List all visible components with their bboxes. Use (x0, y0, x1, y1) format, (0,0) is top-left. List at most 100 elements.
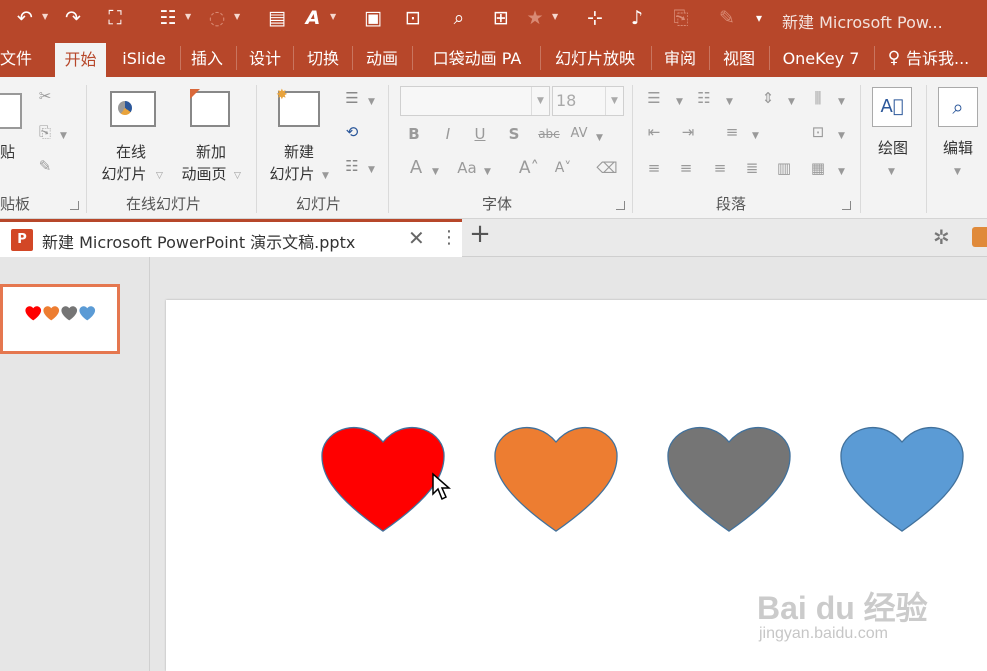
paste-button[interactable]: 贴 (0, 141, 15, 163)
strikethrough-icon[interactable]: abc (534, 123, 564, 145)
presenter-icon[interactable]: ⌕ (444, 4, 474, 32)
align-right-icon[interactable]: ≡ (708, 157, 732, 179)
line-spacing-icon[interactable]: ⇕ (756, 87, 780, 109)
bullets-icon[interactable]: ☰ (642, 87, 666, 109)
undo-dropdown-icon[interactable]: ▼ (42, 12, 48, 21)
text-box-icon[interactable]: ▤ (262, 4, 292, 32)
new-animation-page-icon[interactable] (190, 89, 230, 127)
tab-islide[interactable]: iSlide (112, 40, 176, 77)
underline-icon[interactable]: U (470, 123, 490, 145)
decrease-font-icon[interactable]: A˅ (552, 157, 574, 179)
columns-dropdown-icon[interactable]: ▼ (752, 125, 759, 147)
new-tab-button[interactable]: + (467, 219, 493, 249)
line-spacing-dropdown-icon[interactable]: ▼ (788, 91, 795, 113)
copy-icon[interactable]: ⎘ (666, 4, 696, 32)
layout-dropdown-icon[interactable]: ▼ (368, 91, 375, 113)
format-painter-icon[interactable]: ✎ (712, 4, 742, 32)
tab-transitions[interactable]: 切换 (298, 40, 348, 77)
new-animation-page-dropdown-icon[interactable]: ▽ (234, 165, 241, 187)
numbering-dropdown-icon[interactable]: ▼ (726, 91, 733, 113)
tab-insert[interactable]: 插入 (184, 40, 230, 77)
slide-thumbnail[interactable] (0, 284, 120, 354)
online-slides-button[interactable]: 在线 (96, 141, 166, 163)
customize-qat-icon[interactable]: ▾ (744, 4, 774, 32)
shapes-icon[interactable]: ◌ (202, 4, 232, 32)
more-icon[interactable]: ⋮ (440, 227, 458, 248)
star-icon[interactable]: ★ (520, 4, 550, 32)
reset-icon[interactable]: ⟲ (340, 121, 364, 143)
character-spacing-dropdown-icon[interactable]: ▼ (596, 127, 603, 149)
distributed-icon[interactable]: ▥ (772, 157, 796, 179)
numbering-icon[interactable]: ☷ (692, 87, 716, 109)
online-slides-dropdown-icon[interactable]: ▽ (156, 165, 163, 187)
copy-dropdown-icon[interactable]: ▼ (60, 125, 67, 147)
font-color-icon[interactable]: A (298, 4, 328, 32)
format-painter-icon[interactable]: ✎ (34, 155, 56, 177)
font-color-icon[interactable]: A (406, 157, 426, 179)
tab-slideshow[interactable]: 幻灯片放映 (544, 40, 646, 77)
text-direction-dropdown-icon[interactable]: ▼ (838, 91, 845, 113)
tab-view[interactable]: 视图 (713, 40, 765, 77)
redo-icon[interactable]: ↷ (58, 4, 88, 32)
align-center-icon[interactable]: ≡ (674, 157, 698, 179)
font-size-dropdown-icon[interactable]: ▼ (605, 87, 623, 115)
cut-icon[interactable]: ✂ (34, 85, 56, 107)
bullets-dropdown-icon[interactable]: ▼ (676, 91, 683, 113)
tab-pocket-animation[interactable]: 口袋动画 PA (418, 40, 536, 77)
text-direction-icon[interactable]: ⫼ (806, 87, 830, 109)
tab-file[interactable]: 文件 (0, 40, 32, 77)
heart-shape-blue[interactable] (825, 418, 979, 538)
align-text-dropdown-icon[interactable]: ▼ (838, 125, 845, 147)
tab-onekey[interactable]: OneKey 7 (773, 40, 869, 77)
record-icon[interactable]: ⊡ (398, 4, 428, 32)
heart-shape-orange[interactable] (479, 418, 633, 538)
align-left-icon[interactable]: ≡ (642, 157, 666, 179)
animation-pane-icon[interactable]: ♪ (622, 4, 652, 32)
settings-icon[interactable]: ✲ (933, 225, 950, 249)
font-size-combobox[interactable]: 18 ▼ (552, 86, 624, 116)
clear-formatting-icon[interactable]: ⌫ (596, 157, 618, 179)
drawing-dropdown-icon[interactable]: ▼ (888, 161, 895, 183)
layout-dropdown-icon[interactable]: ▼ (185, 12, 191, 21)
smartart-dropdown-icon[interactable]: ▼ (838, 161, 845, 183)
increase-font-icon[interactable]: A˄ (518, 157, 540, 179)
drawing-button[interactable]: 绘图 (864, 137, 922, 159)
copy-icon[interactable]: ⎘ (34, 121, 56, 143)
paragraph-launcher-icon[interactable] (842, 201, 851, 210)
editing-dropdown-icon[interactable]: ▼ (954, 161, 961, 183)
layout-icon[interactable]: ☰ (340, 87, 364, 109)
new-animation-page-button-line2[interactable]: 动画页 (176, 163, 232, 185)
online-slides-button-line2[interactable]: 幻灯片 (96, 163, 152, 185)
increase-indent-icon[interactable]: ⇥ (676, 121, 700, 143)
italic-icon[interactable]: I (438, 123, 458, 145)
new-slide-button-line2[interactable]: 幻灯片 (264, 163, 320, 185)
editing-button[interactable]: 编辑 (930, 137, 986, 159)
screenshot-icon[interactable]: ▣ (358, 4, 388, 32)
star-dropdown-icon[interactable]: ▼ (552, 12, 558, 21)
new-slide-icon[interactable]: ✸ (276, 87, 320, 127)
app-icon[interactable] (972, 227, 987, 247)
section-icon[interactable]: ☷ (340, 155, 364, 177)
search-icon[interactable]: ⌕ (938, 87, 978, 127)
lightbulb-icon[interactable]: ♀ (884, 40, 904, 77)
new-animation-page-button[interactable]: 新加 (176, 141, 246, 163)
onekey-icon[interactable]: ⊞ (486, 4, 516, 32)
decrease-indent-icon[interactable]: ⇤ (642, 121, 666, 143)
shadow-icon[interactable]: S (504, 123, 524, 145)
bold-icon[interactable]: B (404, 123, 424, 145)
undo-icon[interactable]: ↶ (10, 4, 40, 32)
layout-icon[interactable]: ☷ (153, 4, 183, 32)
tab-design[interactable]: 设计 (240, 40, 290, 77)
font-color-dropdown-icon[interactable]: ▼ (330, 12, 336, 21)
slide-size-icon[interactable]: ⊹ (580, 4, 610, 32)
tab-home[interactable]: 开始 (55, 43, 106, 77)
align-text-icon[interactable]: ⊡ (806, 121, 830, 143)
change-case-icon[interactable]: Aa (452, 157, 482, 179)
heart-shape-gray[interactable] (652, 418, 806, 538)
justify-icon[interactable]: ≣ (740, 157, 764, 179)
font-name-combobox[interactable]: ▼ (400, 86, 550, 116)
from-beginning-icon[interactable]: ⛶ (100, 4, 130, 32)
paste-icon[interactable] (0, 93, 22, 129)
font-launcher-icon[interactable] (616, 201, 625, 210)
tab-animations[interactable]: 动画 (356, 40, 408, 77)
